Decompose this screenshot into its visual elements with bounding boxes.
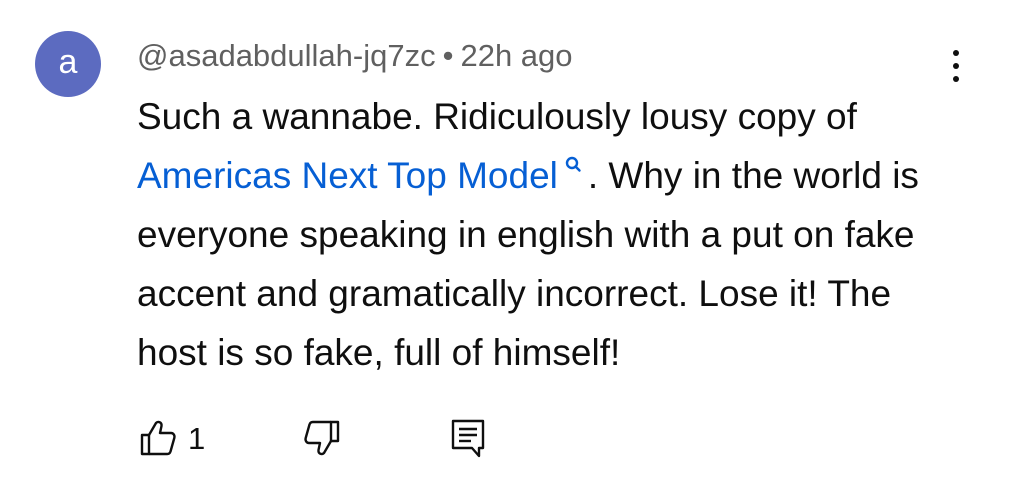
thumbs-down-icon bbox=[304, 420, 340, 456]
more-options-button[interactable] bbox=[936, 44, 976, 88]
comment-item: a @asadabdullah-jq7zc • 22h ago Such a wan… bbox=[0, 0, 1024, 497]
more-vertical-icon-dot bbox=[953, 50, 959, 56]
more-vertical-icon-dot bbox=[953, 76, 959, 82]
header-separator: • bbox=[442, 38, 454, 73]
like-button[interactable]: 1 bbox=[138, 418, 205, 458]
comment-time[interactable]: 22h ago bbox=[460, 38, 572, 73]
search-link-label: Americas Next Top Model bbox=[137, 155, 558, 196]
comment-text: Such a wannabe. Ridiculously lousy copy … bbox=[137, 87, 957, 382]
avatar-letter: a bbox=[58, 43, 78, 81]
comment-text-before: Such a wannabe. Ridiculously lousy copy … bbox=[137, 96, 857, 137]
more-vertical-icon-dot bbox=[953, 63, 959, 69]
reply-icon bbox=[452, 419, 485, 458]
author-name[interactable]: @asadabdullah-jq7zc bbox=[137, 38, 436, 73]
thumbs-up-icon bbox=[140, 420, 176, 456]
like-count: 1 bbox=[188, 420, 206, 456]
search-link[interactable]: Americas Next Top Model bbox=[137, 155, 588, 196]
dislike-button[interactable] bbox=[302, 418, 342, 458]
comment-header: @asadabdullah-jq7zc • 22h ago bbox=[137, 36, 573, 76]
comment-actions: 1 bbox=[138, 414, 488, 462]
reply-button[interactable] bbox=[448, 417, 488, 459]
search-icon bbox=[565, 156, 581, 172]
avatar[interactable]: a bbox=[35, 31, 101, 97]
